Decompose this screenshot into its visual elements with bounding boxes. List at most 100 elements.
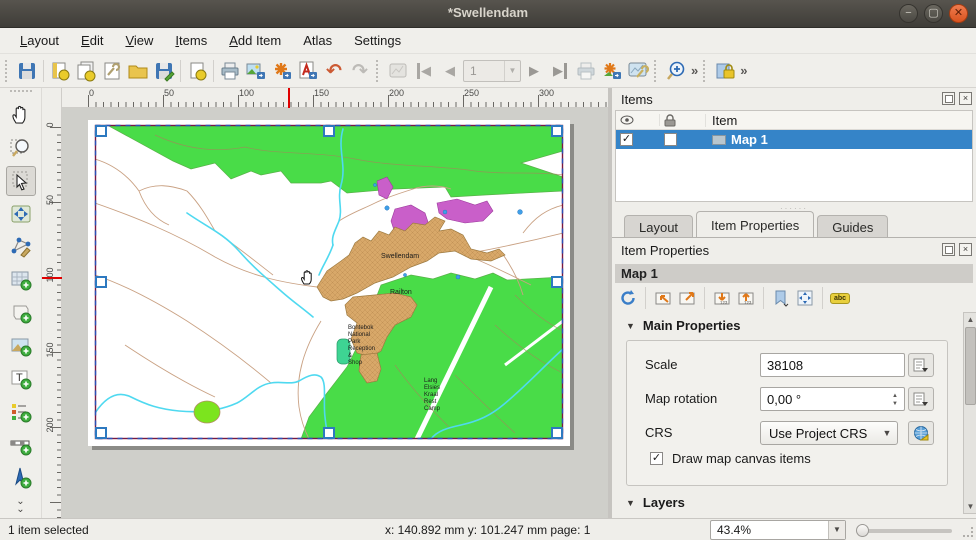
layout-page[interactable]: Swellendam Railton BontebokNationalParkR… <box>88 120 570 446</box>
redo-button[interactable]: ↷ <box>347 58 373 84</box>
duplicate-layout-button[interactable] <box>73 58 99 84</box>
undo-button[interactable]: ↶ <box>321 58 347 84</box>
zoom-level-combobox[interactable]: 43.4% ▼ <box>710 520 846 540</box>
items-panel-float-button[interactable] <box>942 92 955 105</box>
scale-input[interactable]: 38108 <box>760 353 905 377</box>
tab-guides[interactable]: Guides <box>817 215 888 237</box>
main-properties-header[interactable]: ▼ Main Properties <box>626 318 740 333</box>
zoom-tool-button[interactable] <box>6 133 36 163</box>
lock-checkbox[interactable] <box>664 133 677 146</box>
scale-data-defined-button[interactable] <box>908 353 934 377</box>
selection-handle-bottom-right[interactable] <box>551 427 563 439</box>
menu-settings[interactable]: Settings <box>344 30 411 51</box>
toolbox-grip[interactable] <box>10 90 32 96</box>
export-image-button[interactable] <box>243 58 269 84</box>
spin-arrows-icon[interactable]: ▲▼ <box>888 390 902 410</box>
menu-atlas[interactable]: Atlas <box>293 30 342 51</box>
crs-combobox[interactable]: Use Project CRS ▼ <box>760 421 898 445</box>
crs-select-button[interactable] <box>908 421 934 445</box>
layout-manager-button[interactable] <box>99 58 125 84</box>
selection-handle-middle-right[interactable] <box>551 276 563 288</box>
zoom-in-button[interactable] <box>663 58 689 84</box>
add-scalebar-button[interactable] <box>6 430 36 460</box>
view-extent-button[interactable] <box>677 288 697 308</box>
zoom-toolbar-overflow[interactable]: » <box>689 63 700 78</box>
add-picture-button[interactable] <box>6 331 36 361</box>
layers-header[interactable]: ▼ Layers <box>626 495 685 510</box>
rotation-spinbox[interactable]: 0,00 ° ▲▼ <box>760 387 905 411</box>
interactive-move-button[interactable] <box>795 288 815 308</box>
scroll-down-icon[interactable]: ▼ <box>964 500 976 513</box>
draw-canvas-items-checkbox[interactable]: ✓ <box>650 452 663 465</box>
selection-handle-bottom-left[interactable] <box>95 427 107 439</box>
resize-grip[interactable] <box>963 527 973 537</box>
selection-handle-bottom-middle[interactable] <box>323 427 335 439</box>
new-layout-button[interactable] <box>47 58 73 84</box>
scrollbar-thumb[interactable] <box>965 327 976 405</box>
draw-canvas-items-row[interactable]: ✓ Draw map canvas items <box>650 451 811 466</box>
properties-scrollbar[interactable]: ▲ ▼ <box>963 312 976 514</box>
minimize-button[interactable]: − <box>899 4 918 23</box>
map-item[interactable] <box>95 125 563 439</box>
bookmark-button[interactable] <box>771 288 791 308</box>
rotation-data-defined-button[interactable] <box>908 387 934 411</box>
print-atlas-button[interactable] <box>573 58 599 84</box>
refresh-button[interactable] <box>618 288 638 308</box>
export-pdf-button[interactable] <box>295 58 321 84</box>
export-svg-button[interactable] <box>269 58 295 84</box>
zoom-slider-handle[interactable] <box>856 524 869 537</box>
scroll-up-icon[interactable]: ▲ <box>964 313 976 326</box>
pan-tool-button[interactable] <box>6 100 36 130</box>
menu-items[interactable]: Items <box>165 30 217 51</box>
menu-view[interactable]: View <box>115 30 163 51</box>
chevron-down-icon[interactable]: ▼ <box>828 521 845 539</box>
move-content-tool-button[interactable] <box>6 199 36 229</box>
export-atlas-button[interactable] <box>599 58 625 84</box>
set-scale-from-canvas-button[interactable]: 123 <box>712 288 732 308</box>
add-label-button[interactable]: T <box>6 364 36 394</box>
zoom-slider[interactable] <box>858 529 952 533</box>
toolbox-overflow-chevron[interactable]: ⌄⌄ <box>16 498 24 514</box>
atlas-last-button[interactable]: ▶ <box>547 58 573 84</box>
toolbar-grip[interactable] <box>703 60 709 82</box>
add-legend-button[interactable] <box>6 397 36 427</box>
maximize-button[interactable]: ▢ <box>924 4 943 23</box>
atlas-first-button[interactable]: ◀ <box>411 58 437 84</box>
atlas-preview-button[interactable] <box>385 58 411 84</box>
tab-item-properties[interactable]: Item Properties <box>696 211 814 237</box>
select-move-item-tool-button[interactable] <box>6 166 36 196</box>
item-properties-close-button[interactable]: × <box>959 243 972 256</box>
selection-handle-top-middle[interactable] <box>323 125 335 137</box>
close-button[interactable]: ✕ <box>949 4 968 23</box>
chevron-down-icon[interactable]: ▼ <box>504 61 520 81</box>
atlas-feature-combobox[interactable]: 1 ▼ <box>463 60 521 82</box>
open-layout-button[interactable] <box>125 58 151 84</box>
selection-handle-top-right[interactable] <box>551 125 563 137</box>
toolbar-grip[interactable] <box>654 60 660 82</box>
add-map-button[interactable] <box>6 265 36 295</box>
menu-edit[interactable]: Edit <box>71 30 113 51</box>
menu-add-item[interactable]: Add Item <box>219 30 291 51</box>
edit-nodes-tool-button[interactable] <box>6 232 36 262</box>
toolbar-grip[interactable] <box>5 60 11 82</box>
labeling-settings-button[interactable]: abc <box>830 288 850 308</box>
new-report-button[interactable] <box>184 58 210 84</box>
add-3d-map-button[interactable] <box>6 298 36 328</box>
atlas-next-button[interactable]: ▶ <box>521 58 547 84</box>
lock-items-button[interactable] <box>712 58 738 84</box>
atlas-prev-button[interactable]: ◀ <box>437 58 463 84</box>
save-button[interactable] <box>14 58 40 84</box>
layout-canvas[interactable]: 050100150200250300 <box>62 88 608 518</box>
set-canvas-to-scale-button[interactable]: 123 <box>736 288 756 308</box>
menu-layout[interactable]: Layout <box>10 30 69 51</box>
save-as-button[interactable] <box>151 58 177 84</box>
selection-handle-top-left[interactable] <box>95 125 107 137</box>
item-properties-float-button[interactable] <box>942 243 955 256</box>
items-table-row-map1[interactable]: ✓ Map 1 <box>616 130 972 149</box>
lock-toolbar-overflow[interactable]: » <box>738 63 749 78</box>
atlas-settings-button[interactable] <box>625 58 651 84</box>
tab-layout[interactable]: Layout <box>624 215 693 237</box>
selection-handle-middle-left[interactable] <box>95 276 107 288</box>
add-north-arrow-button[interactable] <box>6 463 36 493</box>
print-button[interactable] <box>217 58 243 84</box>
